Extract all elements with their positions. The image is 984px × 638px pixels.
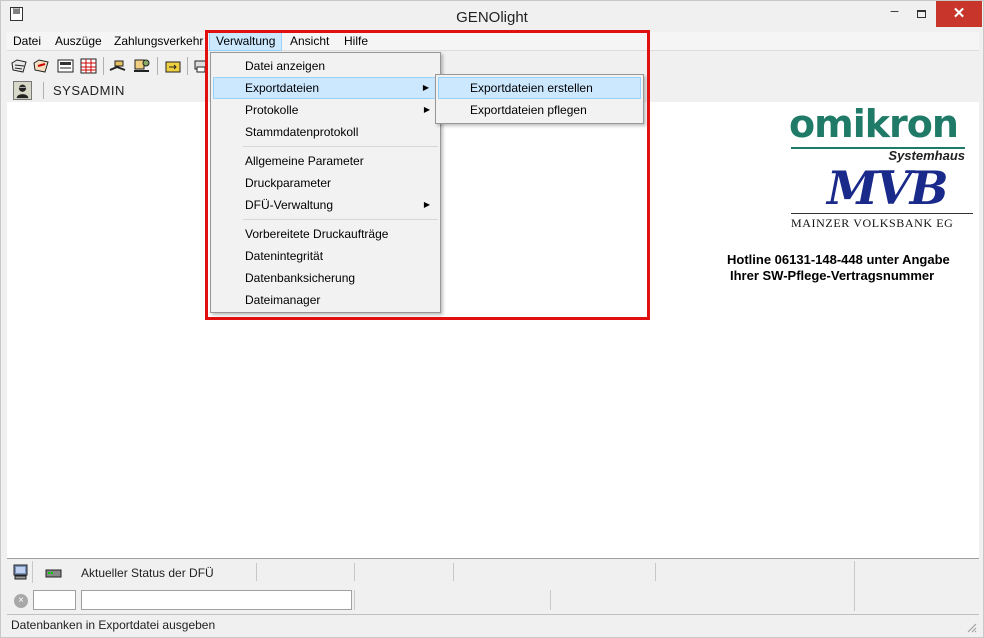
- omikron-logo: omikron Systemhaus: [789, 102, 967, 163]
- mvb-letters: MVB: [827, 161, 948, 215]
- table-icon[interactable]: [80, 58, 97, 74]
- toolbar-separator: [103, 57, 104, 75]
- omikron-wordmark: omikron: [789, 102, 959, 146]
- status-bar: Datenbanken in Exportdatei ausgeben: [7, 614, 979, 635]
- modem-icon: [45, 569, 62, 578]
- user-avatar-icon: [13, 81, 32, 100]
- toolbar-separator: [157, 57, 158, 75]
- minimize-button[interactable]: –: [881, 1, 908, 27]
- menu-datei[interactable]: Datei: [7, 32, 47, 51]
- menu-auszuege[interactable]: Auszüge: [49, 32, 108, 51]
- status-divider: [354, 590, 355, 610]
- edit-document-icon[interactable]: [33, 58, 50, 74]
- status-divider: [453, 563, 454, 581]
- dfu-status-panel: Aktueller Status der DFÜ ×: [7, 558, 979, 614]
- dfu-small-field[interactable]: [33, 590, 76, 610]
- menu-zahlungsverkehr[interactable]: Zahlungsverkehr: [108, 32, 209, 51]
- resize-grip-icon[interactable]: [965, 621, 977, 633]
- payments-icon[interactable]: [133, 58, 150, 74]
- computer-icon[interactable]: [12, 564, 29, 580]
- dfu-progress-field[interactable]: [81, 590, 352, 610]
- status-divider: [655, 563, 656, 581]
- status-divider: [354, 563, 355, 581]
- open-folder-icon[interactable]: [11, 58, 28, 74]
- folder-arrow-icon[interactable]: [165, 58, 182, 74]
- title-bar: ▤ GENOlight – ✕: [1, 1, 983, 32]
- status-divider: [256, 563, 257, 581]
- window-title: GENOlight: [456, 9, 528, 26]
- hotline-line-1: Hotline 06131-148-448 unter Angabe: [727, 252, 950, 267]
- status-divider: [854, 561, 855, 611]
- hotline-line-2: Ihrer SW-Pflege-Vertragsnummer: [730, 268, 935, 283]
- status-divider: [32, 561, 33, 583]
- user-separator: [43, 82, 44, 99]
- highlight-annotation-frame: [205, 30, 650, 320]
- hotline-notice: Hotline 06131-148-448 unter Angabe Ihrer…: [727, 252, 950, 284]
- current-user-name: SYSADMIN: [53, 83, 125, 98]
- status-divider: [550, 590, 551, 610]
- maximize-icon: [917, 10, 926, 18]
- dfu-status-label: Aktueller Status der DFÜ: [81, 566, 214, 580]
- mvb-rule: [791, 213, 973, 214]
- transfer-icon[interactable]: [109, 58, 126, 74]
- mvb-logo: MVB MAINZER VOLKSBANK EG: [791, 161, 975, 235]
- mvb-bank-name: MAINZER VOLKSBANK EG: [791, 216, 954, 230]
- maximize-button[interactable]: [908, 1, 935, 27]
- form-icon[interactable]: [57, 58, 74, 74]
- toolbar-separator: [187, 57, 188, 75]
- cancel-icon[interactable]: ×: [14, 594, 28, 608]
- status-bar-text: Datenbanken in Exportdatei ausgeben: [11, 618, 216, 632]
- close-button[interactable]: ✕: [936, 1, 982, 27]
- app-window: ▤ GENOlight – ✕ Datei Auszüge Zahlungsve…: [0, 0, 984, 638]
